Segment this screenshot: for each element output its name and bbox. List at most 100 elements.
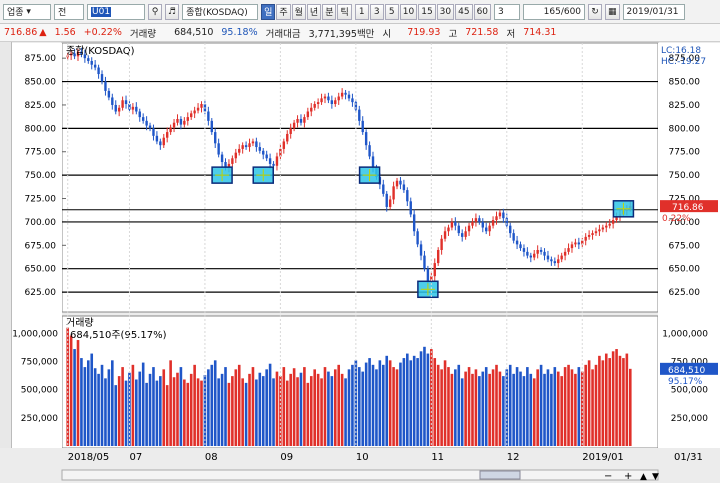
price-tick-left: 775.00 [25,148,57,158]
volume-bar [200,380,203,446]
volume-bar [598,355,601,446]
volume-tick-right: 1,000,000 [662,329,708,339]
interval-buttons: 1 3 5 10 15 30 45 60 [354,3,492,20]
sector-label: 업종 [7,8,24,18]
candle-body [584,236,587,241]
volume-bar [285,380,289,446]
volume-bar [628,368,632,446]
candle-body [591,233,594,236]
horizontal-scrollbar[interactable] [61,469,659,481]
volume-bar [570,369,574,446]
date-tick-label: 10 [356,452,369,463]
volume-bar [402,358,406,446]
magnifier-icon[interactable]: ⚲ [148,3,162,20]
price-tick-right: 775.00 [669,148,701,158]
code-input[interactable]: U01 [87,3,145,20]
volume-bar [217,378,220,446]
interval-button-30[interactable]: 30 [436,3,455,20]
candle-body [560,255,563,260]
candle-body [299,118,303,123]
interval-button-45[interactable]: 45 [455,3,473,20]
volume-bar [210,364,214,446]
count-input[interactable]: 165/600 [523,3,586,20]
candle-body [148,125,152,129]
zoom-out-icon[interactable]: − [604,471,612,482]
volume-bar [615,349,618,446]
candle-body [385,193,388,207]
type-select[interactable]: 전 [54,3,84,20]
interval-button-15[interactable]: 15 [418,3,436,20]
volume-bar [193,364,196,446]
candle-body [145,120,148,126]
period-tab-0[interactable]: 일 [261,3,276,20]
amount-value: 3,771,395백만 [308,28,375,40]
date-input[interactable]: 2019/01/31 [622,3,685,20]
volume-bar [333,369,337,446]
candle-body [196,107,200,111]
volume-bar [340,373,344,446]
interval-button-5[interactable]: 5 [384,3,399,20]
candle-body [310,107,313,112]
volume-bar [406,353,409,446]
volume-bar [591,369,594,446]
interval-button-10[interactable]: 10 [399,3,418,20]
candle-body [412,214,416,232]
scroll-up-icon[interactable]: ▲ [640,472,647,482]
period-tab-4[interactable]: 분 [322,3,337,20]
volume-bar [179,367,183,446]
volume-bar [399,362,402,446]
interval-button-1[interactable]: 1 [354,3,369,20]
volume-bar [553,367,557,446]
price-tick-right: 625.00 [669,288,701,298]
candle-body [533,253,536,258]
candle-body [423,255,426,269]
volume-bar [378,360,382,446]
candle-body [135,106,138,112]
scrollbar-thumb[interactable] [479,470,521,480]
price-tick-left: 675.00 [25,241,57,251]
volume-bar [224,367,227,446]
candle-body [364,132,368,146]
interval-button-60[interactable]: 60 [473,3,492,20]
speaker-icon[interactable]: ♬ [165,3,180,20]
lc-label: LC:16.18 [661,46,701,56]
candle-body [471,221,474,226]
price-tick-left: 650.00 [25,265,57,275]
candle-body [491,220,495,226]
period-tabs: 일주월년분틱 [261,3,352,20]
period-tab-1[interactable]: 주 [276,3,291,20]
volume-tick-right: 500,000 [671,386,708,396]
volume-bar [433,358,437,446]
candle-body [392,186,395,200]
candle-body [536,249,539,254]
interval-input[interactable]: 3 [494,3,521,20]
chart-canvas[interactable]: 875.00 875.00850.00 850.00825.00 825.00800.… [0,42,720,483]
candle-body [512,233,515,241]
sector-select[interactable]: 업종 ▾ [3,3,51,20]
period-tab-3[interactable]: 년 [306,3,322,20]
candle-body [327,96,330,101]
date-tick-label: 2018/05 [68,452,110,463]
scroll-down-icon[interactable]: ▼ [652,472,659,482]
calendar-icon[interactable]: ▦ [605,3,620,20]
period-tab-2[interactable]: 월 [291,3,306,20]
candle-body [522,248,526,252]
candle-body [210,120,213,133]
candle-body [292,122,296,129]
current-price-tag-label: 716.86 [672,203,704,213]
volume-bar [488,373,491,446]
period-tab-5[interactable]: 틱 [337,3,352,20]
candle-body [447,227,450,232]
candle-body [282,141,286,149]
last-price: 716.86 [4,27,38,38]
candle-body [557,259,560,264]
price-panel-title: 종합(KOSDAQ) [66,45,135,57]
candle-body [461,233,464,237]
candle-body [419,244,423,256]
volume-bar [299,372,303,446]
zoom-in-icon[interactable]: + [624,471,632,482]
volume-bar [107,369,111,446]
reset-icon[interactable]: ↻ [588,3,603,20]
interval-button-3[interactable]: 3 [369,3,384,20]
open-label: 시 [382,28,392,40]
